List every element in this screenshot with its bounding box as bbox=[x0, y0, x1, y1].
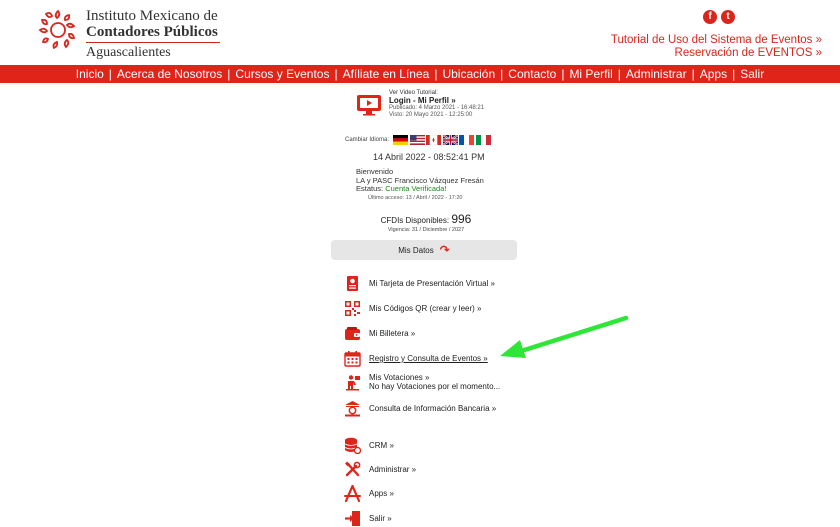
menu-item-billetera[interactable]: Mi Billetera » bbox=[344, 325, 415, 342]
cfdi-label: CFDIs Disponibles: bbox=[380, 216, 452, 225]
tutorial-links: Tutorial de Uso del Sistema de Eventos »… bbox=[611, 34, 822, 60]
uk-flag-icon[interactable] bbox=[442, 135, 458, 145]
monitor-play-icon[interactable] bbox=[356, 94, 382, 116]
nav-separator: | bbox=[500, 67, 504, 81]
nav-separator: | bbox=[617, 67, 621, 81]
status-value: Cuenta Verificada! bbox=[385, 184, 447, 193]
nav-separator: | bbox=[732, 67, 736, 81]
nav-salir[interactable]: Salir bbox=[740, 67, 764, 81]
cfdi-available: CFDIs Disponibles: 996 Vigencia: 31 / Di… bbox=[331, 212, 521, 233]
menu-item-salir[interactable]: Salir » bbox=[344, 510, 392, 527]
organization-name: Instituto Mexicano de Contadores Público… bbox=[86, 8, 220, 60]
calendar-icon bbox=[344, 351, 361, 367]
nav-separator: | bbox=[227, 67, 231, 81]
green-pointer-arrow-icon bbox=[500, 315, 629, 358]
nav-separator: | bbox=[434, 67, 438, 81]
org-divider bbox=[86, 42, 220, 43]
cfdi-count: 996 bbox=[451, 212, 472, 226]
mis-datos-label: Mis Datos bbox=[398, 245, 434, 255]
cfdi-validity: Vigencia: 31 / Diciembre / 2027 bbox=[387, 227, 465, 233]
apps-icon bbox=[344, 485, 361, 502]
nav-administrar[interactable]: Administrar bbox=[626, 67, 687, 81]
welcome-block: Bienvenido LA y PASC Francisco Vázquez F… bbox=[356, 167, 484, 202]
menu-item-info-bancaria[interactable]: Consulta de Información Bancaria » bbox=[344, 400, 496, 417]
language-label: Cambiar Idioma: bbox=[345, 137, 390, 143]
business-card-icon bbox=[347, 276, 358, 291]
menu-item-qr[interactable]: Mis Códigos QR (crear y leer) » bbox=[344, 300, 481, 317]
menu-item-label: Mis Códigos QR (crear y leer) » bbox=[369, 304, 482, 313]
imcp-logo-icon[interactable] bbox=[36, 8, 80, 52]
vote-icon bbox=[346, 374, 360, 390]
nav-mi-perfil[interactable]: Mi Perfil bbox=[569, 67, 612, 81]
database-icon bbox=[344, 437, 361, 454]
twitter-icon[interactable]: t bbox=[721, 10, 735, 24]
menu-item-label: Mis Votaciones » bbox=[369, 373, 430, 382]
canada-flag-icon[interactable] bbox=[426, 135, 442, 145]
org-line-2: Contadores Públicos bbox=[86, 24, 218, 40]
menu-item-label: Consulta de Información Bancaria » bbox=[369, 404, 497, 413]
facebook-icon[interactable]: f bbox=[703, 10, 717, 24]
site-header: Instituto Mexicano de Contadores Público… bbox=[0, 0, 840, 64]
menu-item-votaciones[interactable]: Mis Votaciones » No hay Votaciones por e… bbox=[344, 373, 500, 391]
nav-separator: | bbox=[334, 67, 338, 81]
nav-afiliate[interactable]: Afíliate en Línea bbox=[343, 67, 430, 81]
bank-icon bbox=[345, 401, 360, 417]
menu-item-administrar[interactable]: Administrar » bbox=[344, 461, 416, 478]
video-viewed: Visto: 20 Mayo 2021 - 12:25:00 bbox=[389, 112, 473, 118]
nav-contacto[interactable]: Contacto bbox=[508, 67, 556, 81]
nav-separator: | bbox=[108, 67, 112, 81]
status-label: Estatus: bbox=[356, 184, 386, 193]
usa-flag-icon[interactable] bbox=[409, 135, 425, 145]
exit-icon bbox=[345, 511, 360, 526]
menu-item-label: Mi Billetera » bbox=[369, 329, 416, 338]
nav-acerca[interactable]: Acerca de Nosotros bbox=[117, 67, 222, 81]
germany-flag-icon[interactable] bbox=[393, 135, 409, 145]
account-status: Estatus: Cuenta Verificada! bbox=[356, 184, 484, 194]
menu-item-label: Salir » bbox=[369, 514, 392, 523]
france-flag-icon[interactable] bbox=[459, 135, 475, 145]
nav-ubicacion[interactable]: Ubicación bbox=[442, 67, 495, 81]
menu-item-label: Mi Tarjeta de Presentación Virtual » bbox=[369, 279, 495, 288]
reservation-link[interactable]: Reservación de EVENTOS » bbox=[611, 47, 822, 60]
menu-item-apps[interactable]: Apps » bbox=[344, 485, 394, 502]
tools-icon bbox=[345, 461, 361, 477]
menu-item-label: Registro y Consulta de Eventos » bbox=[369, 354, 488, 363]
video-title-link[interactable]: Login - Mi Perfil » bbox=[389, 96, 519, 105]
org-line-3: Aguascalientes bbox=[86, 45, 171, 60]
wallet-icon bbox=[345, 327, 360, 340]
last-access: Último acceso: 13 / Abril / 2022 - 17:20 bbox=[368, 194, 463, 201]
current-datetime: 14 Abril 2022 - 08:52:41 PM bbox=[373, 152, 485, 162]
menu-item-label: CRM » bbox=[369, 441, 394, 450]
menu-item-crm[interactable]: CRM » bbox=[344, 437, 394, 454]
nav-separator: | bbox=[561, 67, 565, 81]
nav-cursos[interactable]: Cursos y Eventos bbox=[235, 67, 329, 81]
org-line-1: Instituto Mexicano de bbox=[86, 8, 218, 24]
video-published: Publicado: 4 Marzo 2021 - 16:48:21 bbox=[389, 105, 485, 111]
main-navbar: Inicio | Acerca de Nosotros | Cursos y E… bbox=[0, 65, 840, 83]
nav-apps[interactable]: Apps bbox=[700, 67, 727, 81]
menu-item-sublabel: No hay Votaciones por el momento... bbox=[369, 382, 501, 391]
language-selector: Cambiar Idioma: bbox=[345, 135, 492, 145]
mis-datos-button[interactable]: Mis Datos ↷ bbox=[331, 240, 517, 260]
menu-item-label: Apps » bbox=[369, 489, 394, 498]
tutorial-link[interactable]: Tutorial de Uso del Sistema de Eventos » bbox=[611, 34, 822, 47]
nav-inicio[interactable]: Inicio bbox=[76, 67, 104, 81]
nav-separator: | bbox=[691, 67, 695, 81]
menu-item-label: Administrar » bbox=[369, 465, 417, 474]
qr-code-icon bbox=[345, 301, 360, 316]
menu-item-tarjeta[interactable]: Mi Tarjeta de Presentación Virtual » bbox=[344, 275, 495, 292]
social-links: f t bbox=[703, 10, 735, 24]
menu-item-registro-eventos[interactable]: Registro y Consulta de Eventos » bbox=[344, 350, 488, 367]
curved-arrow-icon: ↷ bbox=[439, 243, 450, 257]
italy-flag-icon[interactable] bbox=[475, 135, 491, 145]
